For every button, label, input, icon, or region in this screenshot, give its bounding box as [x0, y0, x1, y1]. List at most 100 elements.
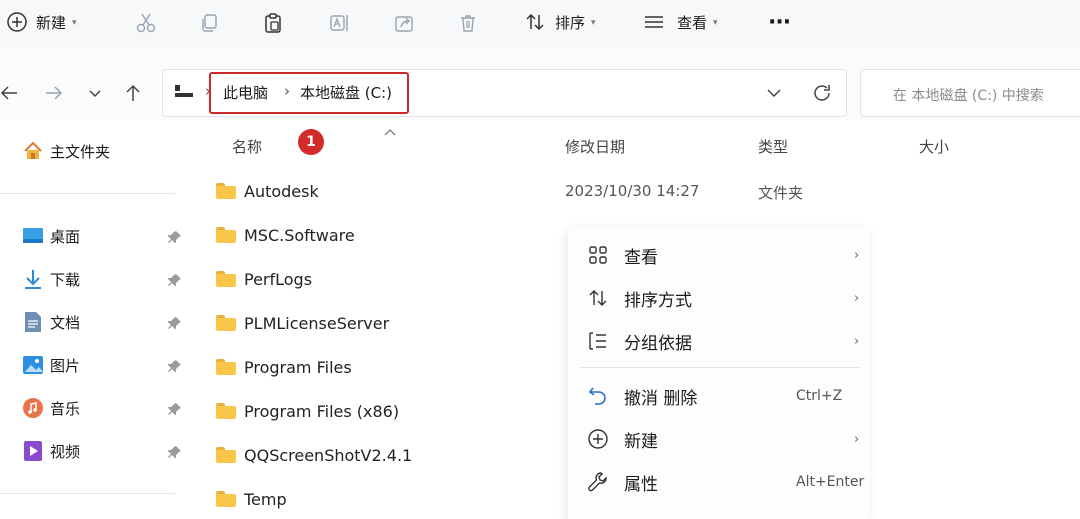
- column-header-size[interactable]: 大小: [919, 136, 949, 157]
- menu-shortcut: Ctrl+Z: [796, 388, 843, 404]
- group-icon: [586, 329, 610, 353]
- file-type: 文件夹: [758, 184, 804, 202]
- share-icon[interactable]: [392, 11, 416, 35]
- new-button[interactable]: 新建 ▾: [6, 0, 77, 44]
- menu-item-label: 排序方式: [624, 290, 692, 311]
- chevron-right-icon: ›: [854, 431, 860, 447]
- refresh-icon[interactable]: [811, 82, 833, 104]
- recent-chevron-icon[interactable]: [84, 80, 106, 106]
- more-options-button[interactable]: ···: [768, 0, 791, 44]
- file-name: Program Files: [244, 357, 352, 377]
- pin-icon[interactable]: [168, 229, 182, 243]
- sidebar-item-downloads[interactable]: 下载: [22, 265, 80, 293]
- file-row[interactable]: Program Files (x86): [216, 396, 399, 426]
- sort-arrows-icon: [524, 11, 546, 33]
- document-icon: [22, 311, 44, 333]
- file-name: Program Files (x86): [244, 401, 400, 421]
- column-header-name[interactable]: 名称: [232, 136, 262, 157]
- sidebar-item-desktop[interactable]: 桌面: [22, 222, 80, 250]
- folder-icon: [216, 227, 236, 243]
- chevron-right-icon: ›: [854, 333, 860, 349]
- file-row[interactable]: PLMLicenseServer: [216, 308, 389, 338]
- menu-item-view[interactable]: 查看 ›: [568, 235, 870, 275]
- paste-icon[interactable]: [261, 11, 285, 35]
- menu-item-group-by[interactable]: 分组依据 ›: [568, 321, 870, 361]
- folder-icon: [216, 403, 236, 419]
- sort-up-icon: [383, 122, 397, 136]
- context-menu: 查看 › 排序方式 › 分组依据 › 撤消 删除 Ctrl+Z 新建 › 属性: [568, 228, 870, 519]
- music-icon: [22, 397, 44, 419]
- file-name: PLMLicenseServer: [244, 313, 390, 333]
- menu-separator: [580, 367, 860, 368]
- chevron-right-icon: ›: [854, 247, 860, 263]
- folder-icon: [216, 447, 236, 463]
- copy-icon[interactable]: [197, 11, 221, 35]
- sidebar-item-music[interactable]: 音乐: [22, 394, 80, 422]
- menu-shortcut: Alt+Enter: [796, 474, 865, 490]
- column-header-modified[interactable]: 修改日期: [565, 136, 625, 157]
- sort-button-label: 排序: [555, 13, 586, 32]
- menu-item-label: 新建: [624, 431, 658, 452]
- file-name: MSC.Software: [244, 225, 355, 245]
- sidebar-item-label: 文档: [50, 313, 81, 332]
- cut-icon[interactable]: [134, 11, 158, 35]
- view-button[interactable]: 查看 ▾: [643, 0, 718, 44]
- address-dropdown-icon[interactable]: [765, 84, 783, 102]
- new-icon: [586, 427, 610, 451]
- forward-arrow-icon[interactable]: [43, 80, 65, 106]
- wrench-icon: [586, 470, 610, 494]
- pin-icon[interactable]: [168, 358, 182, 372]
- sidebar-item-pictures[interactable]: 图片: [22, 351, 80, 379]
- up-arrow-icon[interactable]: [122, 80, 144, 106]
- pin-icon[interactable]: [168, 401, 182, 415]
- sort-button[interactable]: 排序 ▾: [524, 0, 596, 44]
- grid-view-icon: [586, 243, 610, 267]
- pin-icon[interactable]: [168, 272, 182, 286]
- sidebar-item-documents[interactable]: 文档: [22, 308, 80, 336]
- file-row[interactable]: QQScreenShotV2.4.1: [216, 440, 412, 470]
- file-row[interactable]: Temp: [216, 484, 287, 514]
- menu-item-label: 分组依据: [624, 333, 692, 354]
- file-row[interactable]: MSC.Software: [216, 220, 355, 250]
- column-header-type[interactable]: 类型: [758, 136, 788, 157]
- back-arrow-icon[interactable]: [0, 80, 20, 106]
- pin-icon[interactable]: [168, 315, 182, 329]
- file-row[interactable]: PerfLogs: [216, 264, 312, 294]
- folder-icon: [216, 183, 236, 199]
- folder-icon: [216, 359, 236, 375]
- menu-item-sort-by[interactable]: 排序方式 ›: [568, 278, 870, 318]
- menu-item-new[interactable]: 新建 ›: [568, 419, 870, 459]
- step-badge: 1: [298, 129, 324, 155]
- sidebar-divider: [0, 193, 175, 194]
- pin-icon[interactable]: [168, 444, 182, 458]
- sort-icon: [586, 286, 610, 310]
- file-modified: 2023/10/30 14:27: [565, 182, 700, 200]
- file-row[interactable]: Program Files: [216, 352, 352, 382]
- sidebar-item-videos[interactable]: 视频: [22, 437, 80, 465]
- chevron-right-icon: ›: [854, 290, 860, 306]
- file-name: PerfLogs: [244, 269, 313, 289]
- sidebar-item-label: 音乐: [50, 399, 81, 418]
- menu-item-label: 撤消 删除: [624, 388, 698, 409]
- highlight-annotation: [209, 72, 409, 114]
- view-button-label: 查看: [677, 13, 708, 32]
- sidebar-divider: [0, 493, 175, 494]
- chevron-down-icon: ▾: [713, 18, 718, 28]
- sidebar-home[interactable]: 主文件夹: [22, 137, 110, 165]
- desktop-icon: [22, 225, 44, 247]
- file-name: QQScreenShotV2.4.1: [244, 445, 413, 465]
- delete-icon[interactable]: [456, 11, 480, 35]
- rename-icon[interactable]: [327, 11, 351, 35]
- sidebar-item-label: 下载: [50, 270, 81, 289]
- chevron-down-icon: ▾: [591, 18, 596, 28]
- video-icon: [22, 440, 44, 462]
- file-row[interactable]: Autodesk: [216, 176, 319, 206]
- search-placeholder: 在 本地磁盘 (C:) 中搜索: [893, 88, 1044, 104]
- menu-item-undo-delete[interactable]: 撤消 删除 Ctrl+Z: [568, 376, 870, 416]
- folder-icon: [216, 315, 236, 331]
- menu-item-properties[interactable]: 属性 Alt+Enter: [568, 462, 870, 502]
- download-icon: [22, 268, 44, 290]
- undo-icon: [586, 384, 610, 408]
- file-name: Autodesk: [244, 181, 319, 201]
- sidebar-item-label: 桌面: [50, 227, 81, 246]
